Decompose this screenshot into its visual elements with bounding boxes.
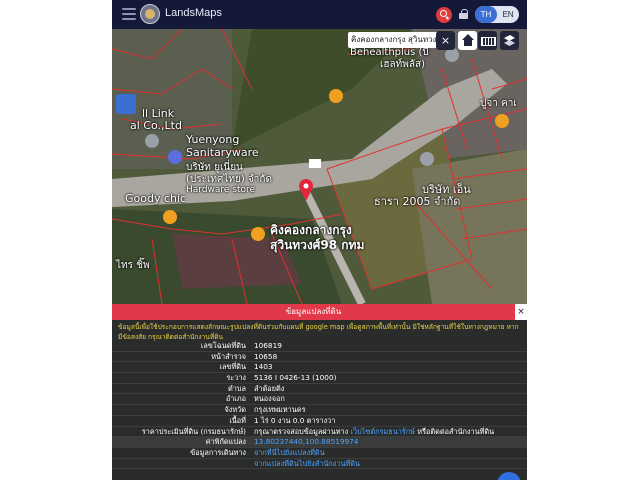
detail-value: 1403 <box>254 362 273 372</box>
disclaimer-notice: ข้อมูลนี้เพื่อใช้ประกอบการแสดงลักษณะรูปแ… <box>118 323 519 341</box>
app-frame: LandsMaps TH EN Behealthplus (บี เฮลท์พล… <box>112 0 527 480</box>
parcel-details: เลขโฉนดที่ดิน 106819 หน้าสำรวจ 10658 เลขที… <box>112 341 527 470</box>
lang-en-option[interactable]: EN <box>497 6 519 23</box>
map-label-hardware: Hardware store <box>186 185 256 195</box>
parcel-marker-dot <box>303 183 309 189</box>
map-label-sai-ship: ไทร ชิ๊พ <box>116 260 150 271</box>
detail-value: หนองจอก <box>254 394 285 404</box>
detail-value: กรุณาตรวจสอบข้อมูลผ่านทาง เว็บไซต์กรมธนา… <box>254 427 524 437</box>
detail-value: 106819 <box>254 341 282 350</box>
detail-row-deed-no: เลขโฉนดที่ดิน 106819 <box>112 341 527 352</box>
poi-food-marker[interactable] <box>329 89 343 103</box>
coordinates-link[interactable]: 13.80237440,100.88519974 <box>254 437 358 446</box>
detail-label: อำเภอ <box>225 394 246 404</box>
map-label-thara: ธารา 2005 จำกัด <box>374 195 461 208</box>
appraisal-suffix: หรือติดต่อสำนักงานที่ดิน <box>414 426 495 436</box>
treasury-website-link[interactable]: เว็บไซต์กรมธนารักษ์ <box>351 427 415 436</box>
map-canvas <box>112 29 527 304</box>
grid-icon[interactable] <box>478 31 497 50</box>
detail-row-coordinates: ค่าพิกัดแปลง 13.80237440,100.88519974 <box>112 437 527 448</box>
poi-food-marker-4[interactable] <box>495 114 509 128</box>
map-label-sanitaryware: Sanitaryware <box>186 146 259 159</box>
close-search-button[interactable]: × <box>436 31 455 50</box>
map-label-behealthplus-th: เฮลท์พลัส) <box>380 59 425 70</box>
detail-value: จากแปลงที่ดินไปยังสำนักงานที่ดิน <box>254 459 524 469</box>
map-label-yuenyong: Yuenyong <box>186 133 240 146</box>
detail-row-travel-office: จากแปลงที่ดินไปยังสำนักงานที่ดิน <box>112 459 527 470</box>
map-label-goody-chic: Goody chic <box>125 192 187 205</box>
detail-label: หน้าสำรวจ <box>211 351 246 361</box>
satellite-map[interactable]: Behealthplus (บี เฮลท์พลัส) ll Link al C… <box>112 29 527 304</box>
poi-tools-marker[interactable] <box>116 94 136 114</box>
poi-shop-marker[interactable] <box>168 150 182 164</box>
landsmaps-logo <box>140 4 160 24</box>
poi-food-marker-3[interactable] <box>251 227 265 241</box>
detail-value: 10658 <box>254 351 278 361</box>
detail-label: ราคาประเมินที่ดิน (กรมธนารักษ์) <box>141 426 246 436</box>
lang-th-option[interactable]: TH <box>475 6 497 23</box>
detail-row-survey-page: หน้าสำรวจ 10658 <box>112 352 527 363</box>
detail-label: เนื้อที่ <box>229 415 246 425</box>
detail-row-area: เนื้อที่ 1 ไร่ 0 งาน 0.0 ตารางวา <box>112 416 527 427</box>
panel-title: ข้อมูลแปลงที่ดิน <box>112 304 515 320</box>
detail-label: ระวาง <box>226 373 246 383</box>
map-label-suwinthawong: สุวินทวงศ์98 กทม <box>270 238 365 252</box>
map-label-puja: ปูจา คาเ <box>480 98 517 109</box>
search-icon[interactable] <box>436 7 452 23</box>
appraisal-prefix: กรุณาตรวจสอบข้อมูลผ่านทาง <box>254 426 351 436</box>
detail-value: 5136 I 0426-13 (1000) <box>254 373 337 383</box>
detail-label: เลขที่ดิน <box>219 362 247 372</box>
poi-place-marker-3[interactable] <box>445 48 459 62</box>
detail-row-district: อำเภอ หนองจอก <box>112 394 527 406</box>
detail-value: 1 ไร่ 0 งาน 0.0 ตารางวา <box>254 415 336 425</box>
detail-value: ลำต้อยติ่ง <box>254 383 285 393</box>
detail-row-subdistrict: ตำบล ลำต้อยติ่ง <box>112 384 527 395</box>
detail-value: 13.80237440,100.88519974 <box>254 437 524 447</box>
detail-row-sheet: ระวาง 5136 I 0426-13 (1000) <box>112 373 527 384</box>
poi-food-marker-2[interactable] <box>163 210 177 224</box>
detail-value: จากที่นี่ไปยังแปลงที่ดิน <box>254 448 524 458</box>
poi-place-marker[interactable] <box>145 134 159 148</box>
detail-row-province: จังหวัด กรุงเทพมหานคร <box>112 405 527 416</box>
detail-label: เลขโฉนดที่ดิน <box>200 341 246 350</box>
home-icon[interactable] <box>458 31 477 50</box>
detail-label: ข้อมูลการเดินทาง <box>190 447 246 457</box>
app-title: LandsMaps <box>165 7 222 19</box>
map-sign <box>309 159 321 168</box>
directions-to-parcel-link[interactable]: จากที่นี่ไปยังแปลงที่ดิน <box>254 448 325 457</box>
language-toggle[interactable]: TH EN <box>475 6 519 23</box>
panel-close-button[interactable]: × <box>515 304 527 320</box>
detail-label: จังหวัด <box>224 405 247 415</box>
map-area-farmland <box>412 149 527 304</box>
detail-label: ค่าพิกัดแปลง <box>205 437 246 447</box>
menu-icon[interactable] <box>122 8 136 20</box>
detail-row-land-no: เลขที่ดิน 1403 <box>112 362 527 374</box>
detail-value: กรุงเทพมหานคร <box>254 405 306 415</box>
poi-place-marker-2[interactable] <box>420 152 434 166</box>
map-label-co-ltd: al Co.,Ltd <box>130 119 182 132</box>
detail-row-appraisal: ราคาประเมินที่ดิน (กรมธนารักษ์) กรุณาตรวจ… <box>112 427 527 438</box>
layers-icon[interactable] <box>500 31 519 50</box>
lock-icon[interactable] <box>459 9 468 19</box>
detail-label: ตำบล <box>228 383 246 393</box>
top-bar: LandsMaps TH EN <box>112 0 527 29</box>
detail-row-travel: ข้อมูลการเดินทาง จากที่นี่ไปยังแปลงที่ดิน <box>112 448 527 459</box>
directions-to-office-link[interactable]: จากแปลงที่ดินไปยังสำนักงานที่ดิน <box>254 459 360 468</box>
parcel-info-panel: ข้อมูลแปลงที่ดิน × ข้อมูลนี้เพื่อใช้ประก… <box>112 304 527 480</box>
